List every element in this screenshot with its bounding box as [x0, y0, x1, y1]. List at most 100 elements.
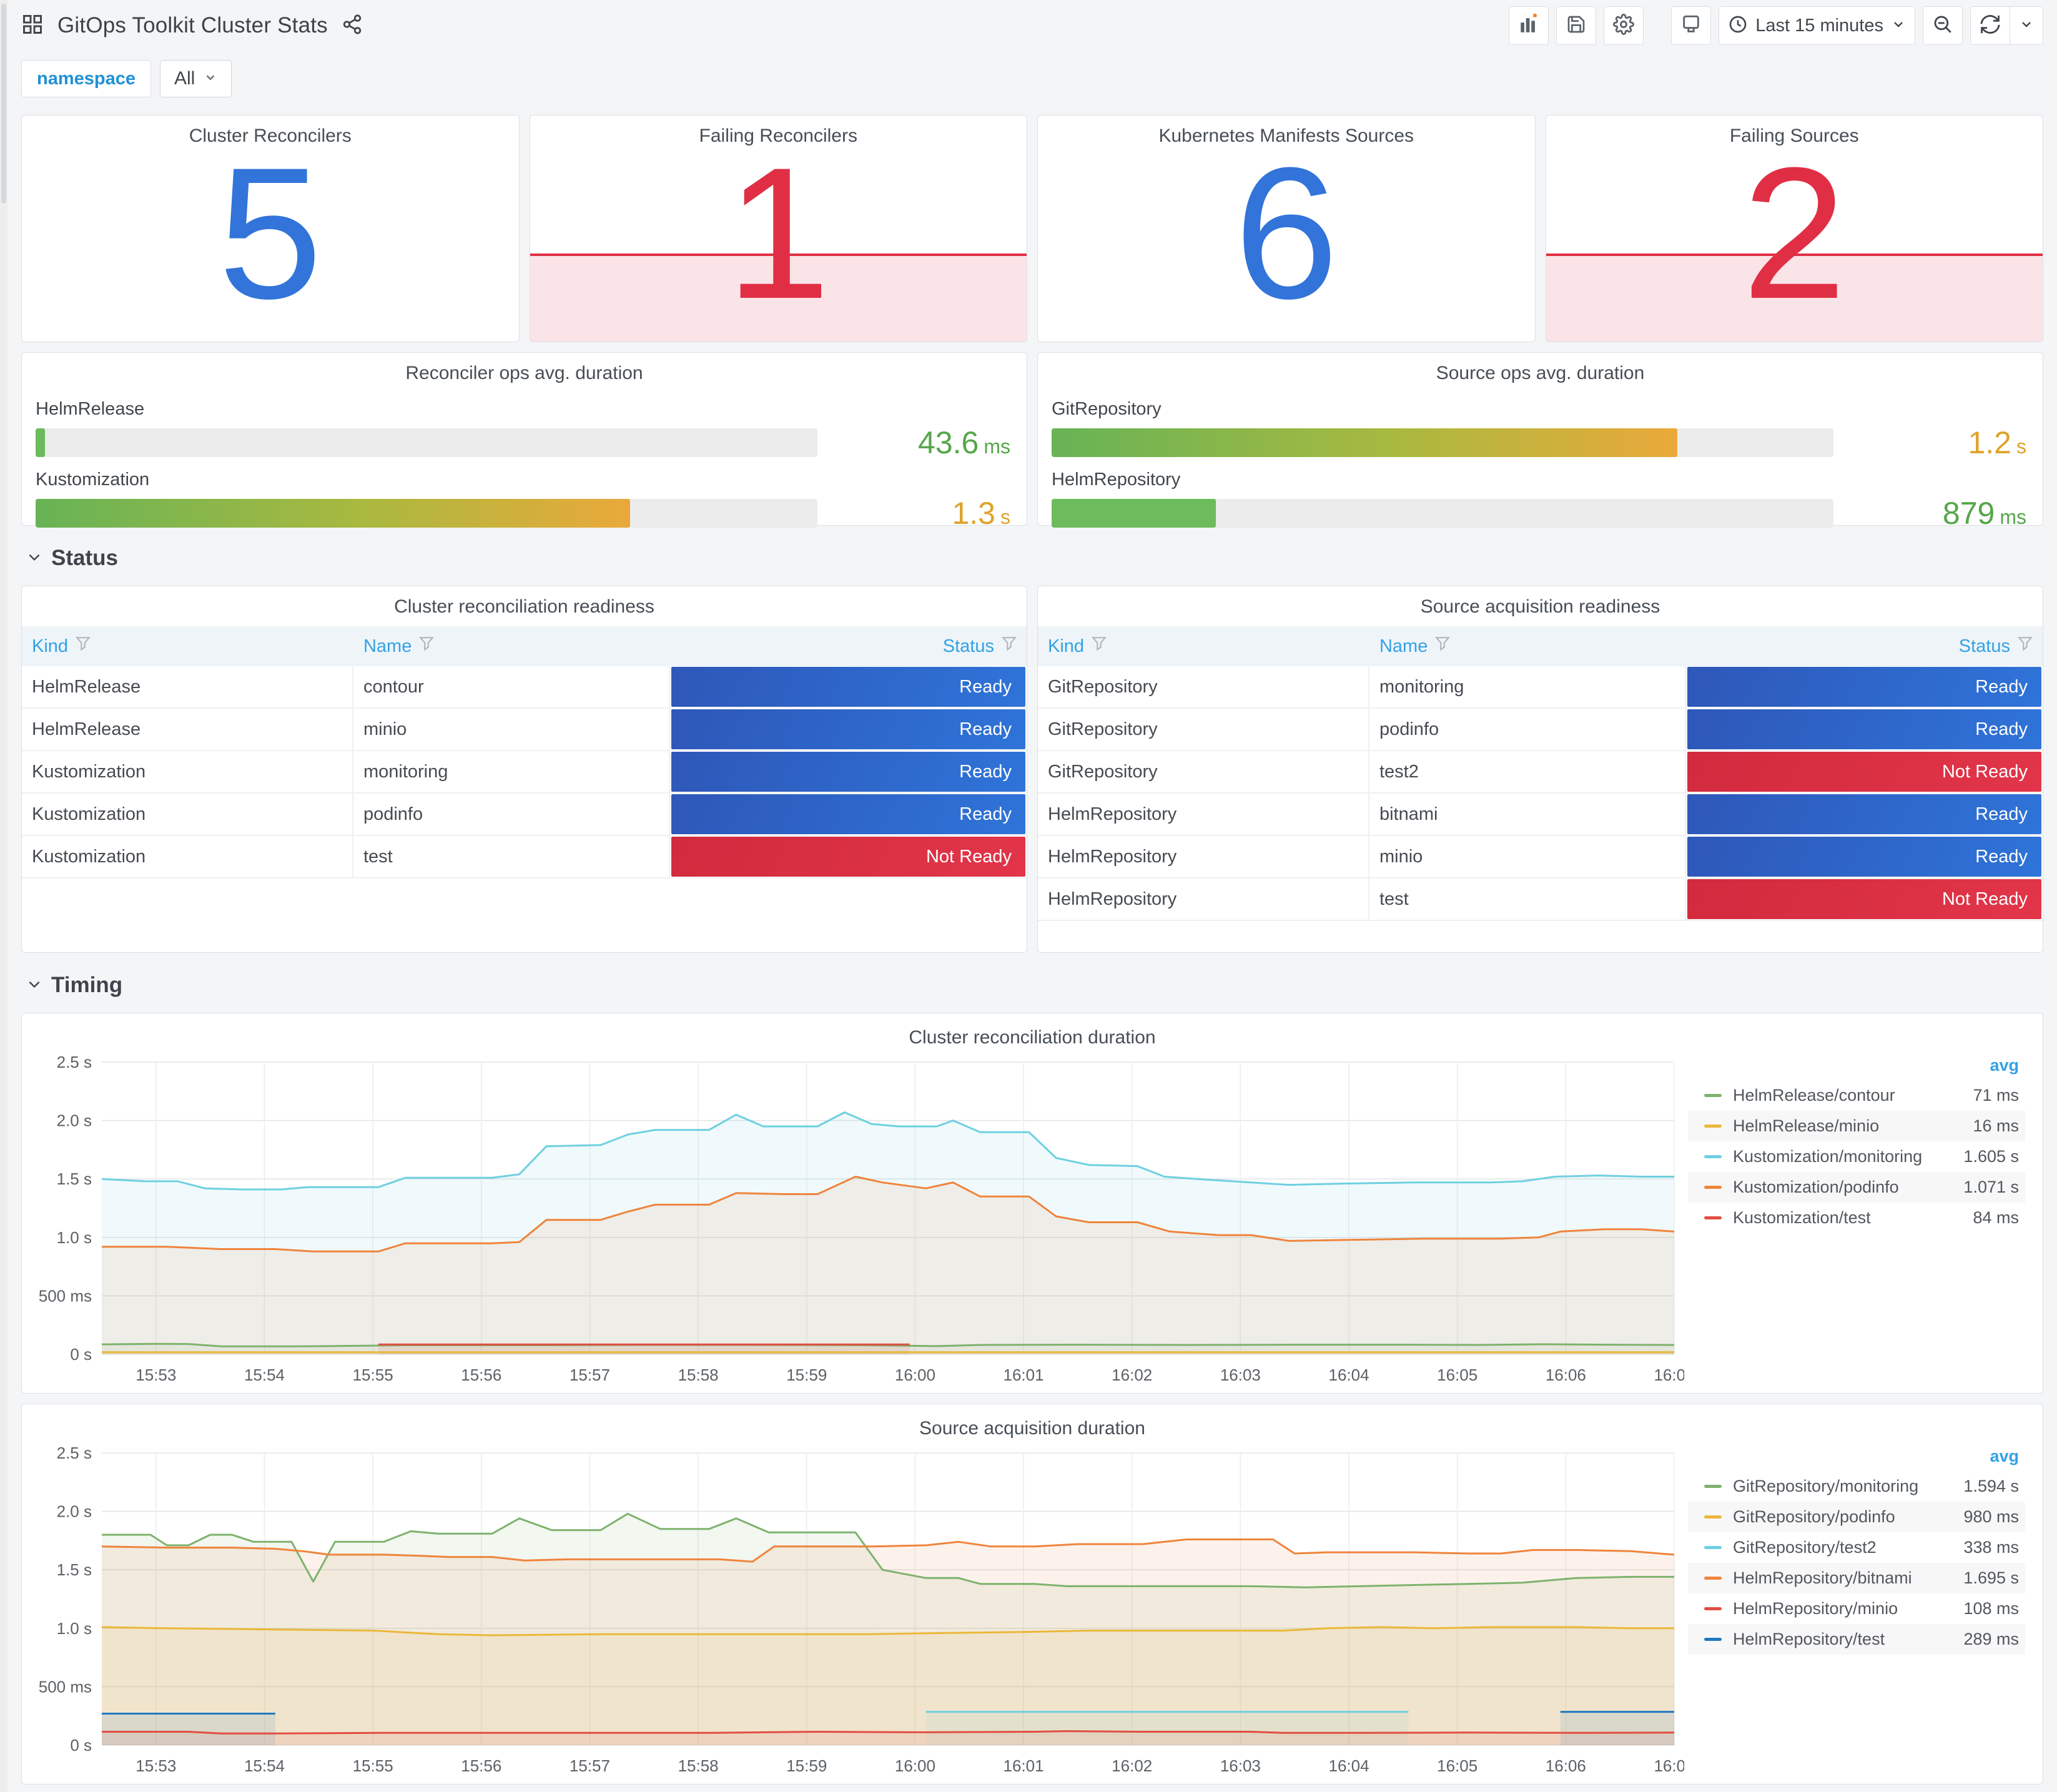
status-badge: Ready	[1687, 709, 2041, 749]
refresh-interval-dropdown[interactable]	[2010, 6, 2043, 45]
svg-text:16:01: 16:01	[1004, 1756, 1044, 1775]
legend-avg-value: 71 ms	[1973, 1086, 2019, 1105]
legend-series-name[interactable]: Kustomization/podinfo	[1733, 1178, 1963, 1197]
legend-series-name[interactable]: GitRepository/monitoring	[1733, 1477, 1963, 1496]
status-badge: Ready	[671, 667, 1025, 707]
legend-item[interactable]: Kustomization/podinfo 1.071 s	[1688, 1172, 2025, 1203]
cycle-view-button[interactable]	[1671, 6, 1712, 45]
legend-series-name[interactable]: Kustomization/test	[1733, 1208, 1973, 1228]
section-header-status[interactable]: Status	[26, 544, 2043, 572]
svg-text:2.5 s: 2.5 s	[57, 1053, 92, 1071]
time-range-picker[interactable]: Last 15 minutes	[1719, 6, 1915, 45]
legend-item[interactable]: HelmRepository/bitnami 1.695 s	[1688, 1563, 2025, 1593]
legend-item[interactable]: HelmRepository/minio 108 ms	[1688, 1593, 2025, 1624]
legend-series-name[interactable]: HelmRepository/minio	[1733, 1599, 1963, 1618]
stat-panel-failing-reconcilers[interactable]: Failing Reconcilers 1	[529, 115, 1027, 342]
column-header-kind[interactable]: Kind	[1038, 636, 1369, 657]
chart-panel-cluster-reconciliation-duration[interactable]: Cluster reconciliation duration 0 s 500 m…	[21, 1013, 2043, 1394]
gauge-panel-source-ops[interactable]: Source ops avg. duration GitRepository 1…	[1037, 352, 2043, 531]
column-header-kind[interactable]: Kind	[22, 636, 353, 657]
refresh-button[interactable]	[1970, 6, 2010, 45]
legend-series-name[interactable]: HelmRepository/test	[1733, 1630, 1963, 1649]
gauge-series-label: HelmRelease	[36, 399, 145, 419]
svg-text:500 ms: 500 ms	[39, 1677, 92, 1696]
timeseries-plot[interactable]: 0 s 500 ms 1.0 s 1.5 s 2.0 s 2.5 s 15:53 15:54 1…	[28, 1442, 1695, 1787]
variable-label-namespace[interactable]: namespace	[21, 60, 151, 97]
svg-text:15:54: 15:54	[244, 1756, 285, 1775]
svg-text:16:05: 16:05	[1437, 1756, 1477, 1775]
svg-text:16:01: 16:01	[1004, 1366, 1044, 1384]
save-dashboard-button[interactable]	[1556, 6, 1597, 45]
svg-text:0 s: 0 s	[70, 1345, 92, 1364]
stat-panel-cluster-reconcilers[interactable]: Cluster Reconcilers 5	[21, 115, 520, 342]
legend-item[interactable]: GitRepository/monitoring 1.594 s	[1688, 1471, 2025, 1502]
filter-icon[interactable]	[419, 636, 435, 657]
table-panel-source-readiness[interactable]: Source acquisition readiness Kind Name S…	[1037, 586, 2043, 953]
svg-text:16:04: 16:04	[1328, 1756, 1369, 1775]
svg-text:2.0 s: 2.0 s	[57, 1502, 92, 1521]
legend-item[interactable]: Kustomization/monitoring 1.605 s	[1688, 1141, 2025, 1172]
legend-item[interactable]: HelmRelease/minio 16 ms	[1688, 1111, 2025, 1141]
column-header-status[interactable]: Status	[1686, 636, 2043, 657]
legend-avg-header[interactable]: avg	[1688, 1052, 2025, 1080]
panel-title[interactable]: Cluster reconciliation readiness	[22, 586, 1027, 618]
svg-text:15:58: 15:58	[678, 1366, 719, 1384]
scrollbar-thumb[interactable]	[1, 4, 6, 204]
legend-item[interactable]: Kustomization/test 84 ms	[1688, 1203, 2025, 1233]
filter-icon[interactable]	[1092, 636, 1107, 657]
legend-item[interactable]: GitRepository/podinfo 980 ms	[1688, 1502, 2025, 1532]
share-icon[interactable]	[342, 14, 363, 38]
gauge-panel-reconciler-ops[interactable]: Reconciler ops avg. duration HelmRelease…	[21, 352, 1027, 531]
zoom-out-button[interactable]	[1923, 6, 1963, 45]
column-header-name[interactable]: Name	[353, 636, 670, 657]
legend-avg-header[interactable]: avg	[1688, 1443, 2025, 1471]
panel-title[interactable]: Source acquisition duration	[28, 1408, 2036, 1439]
panel-title[interactable]: Cluster reconciliation duration	[28, 1017, 2036, 1048]
legend-series-name[interactable]: Kustomization/monitoring	[1733, 1147, 1963, 1166]
dashboard-settings-button[interactable]	[1604, 6, 1644, 45]
svg-text:15:54: 15:54	[244, 1366, 285, 1384]
panel-title[interactable]: Reconciler ops avg. duration	[22, 353, 1027, 384]
section-header-timing[interactable]: Timing	[26, 972, 2043, 999]
filter-icon[interactable]	[76, 636, 91, 657]
chevron-down-icon	[26, 549, 42, 568]
legend-series-name[interactable]: GitRepository/test2	[1733, 1538, 1963, 1557]
stat-panel-manifest-sources[interactable]: Kubernetes Manifests Sources 6	[1037, 115, 1536, 342]
legend-series-name[interactable]: GitRepository/podinfo	[1733, 1507, 1963, 1527]
table-panel-cluster-readiness[interactable]: Cluster reconciliation readiness Kind Na…	[21, 586, 1027, 953]
stat-panel-failing-sources[interactable]: Failing Sources 2	[1545, 115, 2043, 342]
column-header-name[interactable]: Name	[1369, 636, 1686, 657]
dashboard-grid-icon[interactable]	[21, 13, 44, 39]
refresh-icon	[1980, 14, 2001, 38]
page-title: GitOps Toolkit Cluster Stats	[57, 13, 328, 37]
svg-text:1.5 s: 1.5 s	[57, 1560, 92, 1579]
timeseries-plot[interactable]: 0 s 500 ms 1.0 s 1.5 s 2.0 s 2.5 s 15:53 15:54 1…	[28, 1051, 1695, 1396]
table-row: HelmRepository bitnami Ready	[1038, 794, 2043, 836]
save-icon	[1566, 14, 1586, 37]
svg-text:2.5 s: 2.5 s	[57, 1444, 92, 1462]
panel-title[interactable]: Source ops avg. duration	[1038, 353, 2043, 384]
left-scrollbar[interactable]	[0, 0, 7, 1792]
table-header-row: Kind Name Status	[22, 626, 1027, 666]
chart-panel-source-acquisition-duration[interactable]: Source acquisition duration 0 s 500 ms 1.0…	[21, 1404, 2043, 1785]
filter-icon[interactable]	[1435, 636, 1451, 657]
filter-icon[interactable]	[2017, 636, 2033, 657]
series-color-mark	[1704, 1515, 1722, 1519]
gear-icon	[1613, 13, 1635, 38]
status-badge: Ready	[671, 794, 1025, 834]
dashboard-header: GitOps Toolkit Cluster Stats Last 15 min…	[21, 0, 2043, 51]
legend-series-name[interactable]: HelmRelease/minio	[1733, 1116, 1973, 1136]
cell-kind: HelmRepository	[1038, 794, 1369, 835]
legend-series-name[interactable]: HelmRepository/bitnami	[1733, 1568, 1963, 1588]
legend-item[interactable]: HelmRepository/test 289 ms	[1688, 1624, 2025, 1655]
legend-series-name[interactable]: HelmRelease/contour	[1733, 1086, 1973, 1105]
namespace-value-dropdown[interactable]: All	[160, 60, 232, 97]
chart-legend: avg GitRepository/monitoring 1.594 s Git…	[1684, 1442, 2036, 1787]
legend-item[interactable]: GitRepository/test2 338 ms	[1688, 1532, 2025, 1563]
add-panel-button[interactable]	[1509, 6, 1549, 45]
column-header-status[interactable]: Status	[670, 636, 1027, 657]
filter-icon[interactable]	[1001, 636, 1017, 657]
panel-title[interactable]: Source acquisition readiness	[1038, 586, 2043, 618]
svg-text:500 ms: 500 ms	[39, 1286, 92, 1305]
legend-item[interactable]: HelmRelease/contour 71 ms	[1688, 1080, 2025, 1111]
